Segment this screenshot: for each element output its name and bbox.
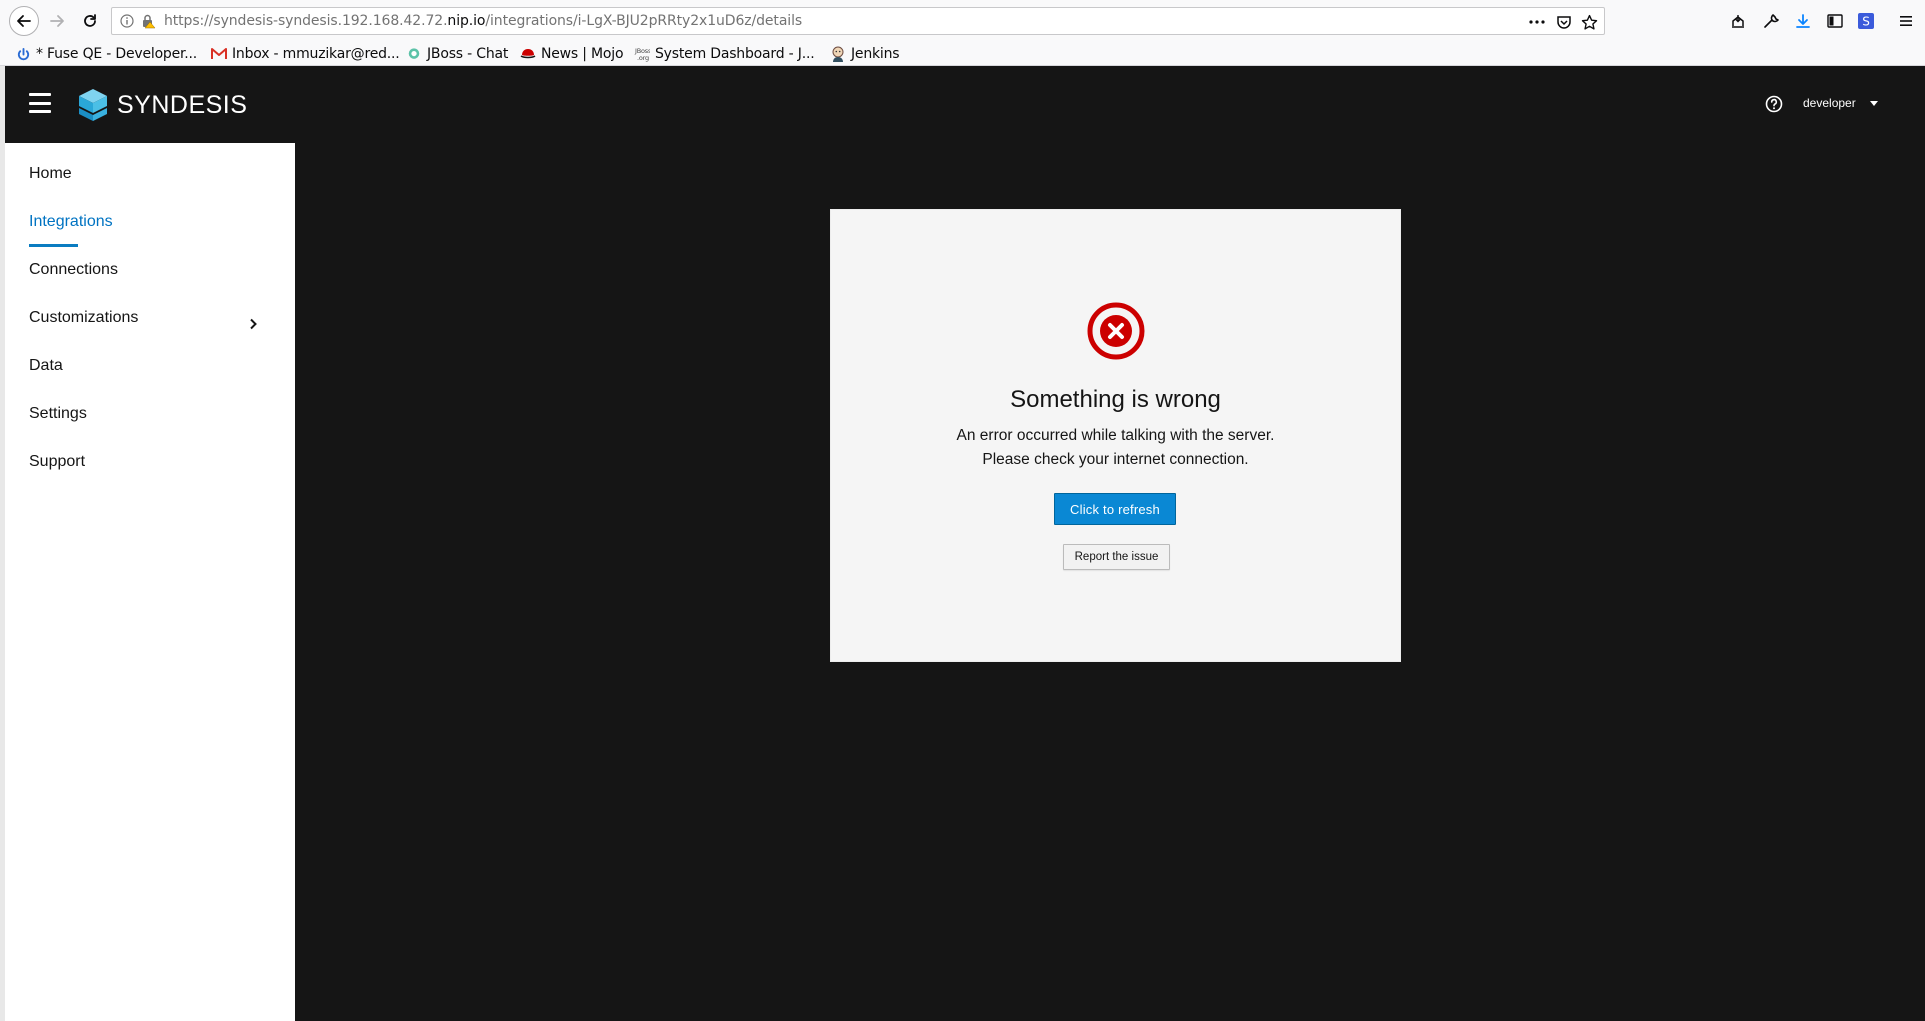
bookmark-star-button[interactable] <box>1580 13 1598 31</box>
sidebar: Home Integrations Connections Customizat… <box>5 143 295 1021</box>
error-card: Something is wrong An error occurred whi… <box>830 209 1401 662</box>
star-icon <box>1581 14 1597 30</box>
library-button[interactable] <box>1727 10 1749 32</box>
page-actions-button[interactable] <box>1528 13 1546 31</box>
sidebar-item-home[interactable]: Home <box>29 163 72 185</box>
sidebar-item-settings[interactable]: Settings <box>29 403 87 425</box>
url-bar[interactable]: https://syndesis-syndesis.192.168.42.72.… <box>111 7 1605 35</box>
more-horizontal-icon <box>1529 20 1545 24</box>
syndesis-logo-icon <box>79 89 107 121</box>
extension-button[interactable]: S <box>1855 10 1877 32</box>
browser-toolbar: https://syndesis-syndesis.192.168.42.72.… <box>0 0 1925 42</box>
developer-tools-button[interactable] <box>1760 10 1782 32</box>
chevron-right-icon[interactable] <box>248 318 258 330</box>
jboss-org-icon: JBoss .org <box>634 46 650 62</box>
sidebar-toggle-button[interactable] <box>1824 10 1846 32</box>
report-issue-button[interactable]: Report the issue <box>1063 544 1170 570</box>
brand[interactable]: SYNDESIS <box>77 88 247 122</box>
syndesis-app: SYNDESIS developer Home Integrations Con… <box>5 66 1925 1021</box>
nav-toggle-button[interactable] <box>29 93 51 113</box>
sidebar-item-integrations[interactable]: Integrations <box>29 211 113 233</box>
arrow-left-icon <box>17 15 31 27</box>
refresh-button[interactable]: Click to refresh <box>1054 493 1176 525</box>
back-button[interactable] <box>9 6 39 36</box>
sidebar-item-support[interactable]: Support <box>29 451 85 473</box>
arrow-right-icon <box>50 15 64 27</box>
gmail-icon <box>211 46 227 62</box>
error-message-line1: An error occurred while talking with the… <box>956 427 1275 444</box>
forward-button[interactable] <box>44 8 70 34</box>
user-name: developer <box>1803 96 1856 110</box>
error-title: Something is wrong <box>1010 386 1221 413</box>
hamburger-icon <box>1900 16 1912 26</box>
bookmark-fuse-qe[interactable]: * Fuse QE - Developer... <box>15 44 197 64</box>
menu-button[interactable] <box>1895 10 1917 32</box>
error-message-line2: Please check your internet connection. <box>982 451 1249 468</box>
bookmark-inbox[interactable]: Inbox - mmuzikar@red... <box>211 44 400 64</box>
url-text[interactable]: https://syndesis-syndesis.192.168.42.72.… <box>164 13 802 29</box>
redhat-icon <box>520 46 536 62</box>
reload-button[interactable] <box>77 8 103 34</box>
pocket-icon <box>1557 16 1571 29</box>
hamburger-bar <box>29 110 51 113</box>
bookmarks-bar: * Fuse QE - Developer... Inbox - mmuzika… <box>0 42 1925 66</box>
user-menu[interactable]: developer <box>1803 96 1878 110</box>
chat-icon <box>406 46 422 62</box>
power-icon <box>15 46 31 62</box>
active-indicator <box>29 244 78 247</box>
info-icon[interactable] <box>120 14 134 28</box>
downloads-button[interactable] <box>1792 10 1814 32</box>
hamburger-bar <box>29 101 51 105</box>
jenkins-icon <box>830 46 846 62</box>
sidebar-item-connections[interactable]: Connections <box>29 259 118 281</box>
svg-text:S: S <box>1862 15 1870 29</box>
bookmark-system-dashboard[interactable]: JBoss .org System Dashboard - J... <box>634 44 815 64</box>
help-icon[interactable] <box>1764 94 1784 114</box>
pocket-button[interactable] <box>1555 13 1573 31</box>
error-circle-icon <box>1087 302 1145 360</box>
insecure-lock-icon[interactable] <box>140 13 156 29</box>
svg-text:.org: .org <box>637 54 649 62</box>
download-icon <box>1796 14 1810 28</box>
masthead: SYNDESIS developer <box>5 66 1925 143</box>
reload-icon <box>84 14 96 27</box>
brand-name: SYNDESIS <box>117 90 248 119</box>
bookmark-news-mojo[interactable]: News | Mojo <box>520 44 624 64</box>
sidebar-item-data[interactable]: Data <box>29 355 63 377</box>
bookmark-jenkins[interactable]: Jenkins <box>830 44 900 64</box>
caret-down-icon <box>1869 100 1878 106</box>
sidebar-item-customizations[interactable]: Customizations <box>29 307 138 329</box>
library-icon <box>1732 15 1744 28</box>
hamburger-bar <box>29 93 51 96</box>
bookmark-jboss-chat[interactable]: JBoss - Chat <box>406 44 508 64</box>
wrench-icon <box>1764 14 1779 28</box>
extension-s-icon: S <box>1858 13 1874 29</box>
sidebar-icon <box>1827 14 1843 28</box>
